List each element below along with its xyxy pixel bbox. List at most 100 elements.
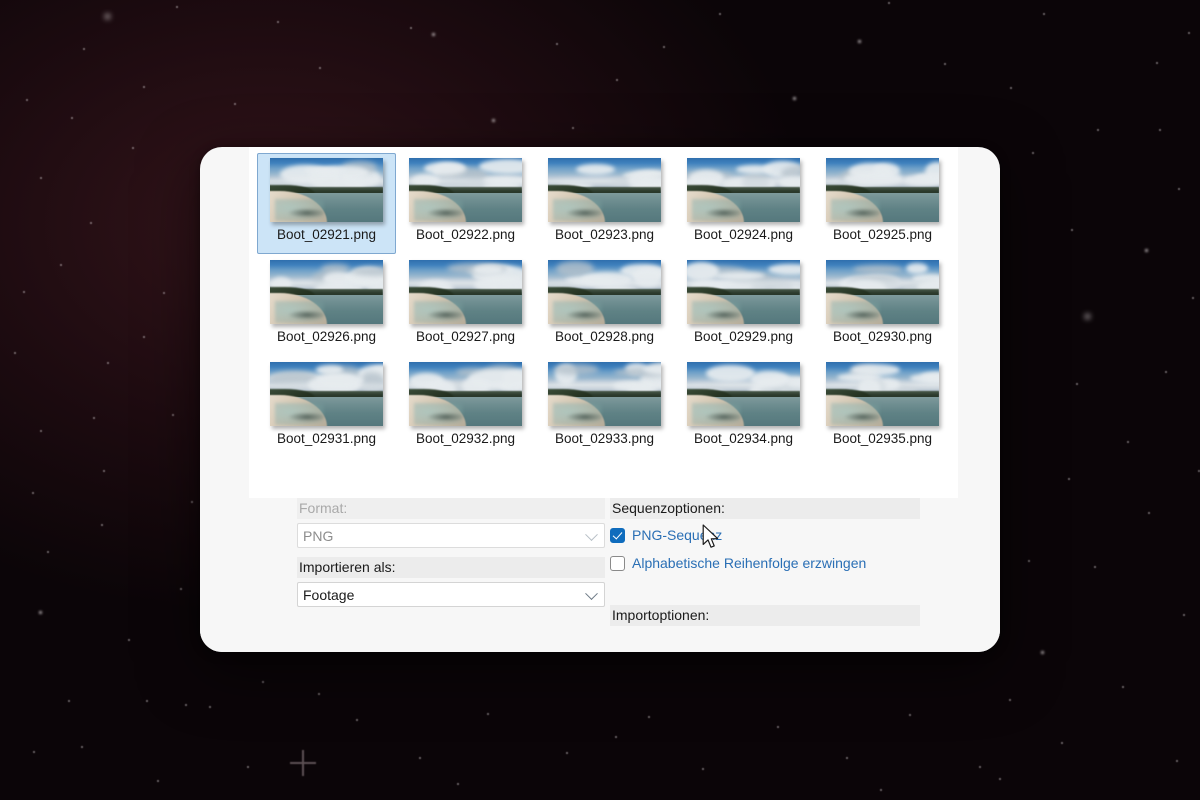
file-item[interactable]: Boot_02921.png <box>257 153 396 254</box>
thumbnail-image <box>826 362 939 426</box>
format-select-value: PNG <box>303 527 334 544</box>
checkbox-png-sequence[interactable] <box>610 527 625 543</box>
thumbnail-image <box>270 158 383 222</box>
file-item[interactable]: Boot_02932.png <box>396 357 535 458</box>
star <box>262 681 264 683</box>
star <box>566 752 568 754</box>
file-item[interactable]: Boot_02925.png <box>813 153 952 254</box>
star <box>71 117 73 119</box>
file-item-label: Boot_02927.png <box>415 329 516 344</box>
file-item[interactable]: Boot_02927.png <box>396 255 535 356</box>
star <box>1183 614 1185 616</box>
star <box>1009 699 1011 701</box>
star <box>143 336 145 338</box>
star <box>1094 566 1096 568</box>
import-dialog: Boot_02921.png Boot_02922.png Boot_02923.p… <box>200 147 1000 652</box>
thumbnail-wrapper <box>270 158 383 222</box>
thumbnail-wrapper <box>687 362 800 426</box>
star <box>888 2 890 4</box>
star <box>247 766 249 768</box>
star <box>1071 229 1073 231</box>
thumbnail-wrapper <box>548 362 661 426</box>
star <box>39 611 42 614</box>
star <box>846 757 848 759</box>
thumbnail-image <box>270 362 383 426</box>
file-item[interactable]: Boot_02934.png <box>674 357 813 458</box>
thumbnail-wrapper <box>409 362 522 426</box>
star <box>1165 371 1167 373</box>
checkbox-row-png-sequence[interactable]: PNG-Sequenz <box>610 523 920 547</box>
star <box>616 79 618 81</box>
star <box>615 736 617 738</box>
star <box>663 46 665 48</box>
star <box>191 501 193 503</box>
thumbnail-wrapper <box>270 362 383 426</box>
star <box>103 470 105 472</box>
star <box>556 43 558 45</box>
star <box>26 99 28 101</box>
star <box>909 714 911 716</box>
star <box>90 222 92 224</box>
file-item[interactable]: Boot_02929.png <box>674 255 813 356</box>
star <box>143 86 145 88</box>
star <box>23 291 25 293</box>
file-item-label: Boot_02930.png <box>832 329 933 344</box>
star <box>105 14 110 19</box>
file-item-label: Boot_02926.png <box>276 329 377 344</box>
star <box>172 414 174 416</box>
star <box>648 716 650 718</box>
star <box>432 33 435 36</box>
star <box>487 713 489 715</box>
star <box>1061 742 1063 744</box>
star <box>419 757 421 759</box>
star <box>277 21 279 23</box>
thumbnail-image <box>687 362 800 426</box>
star <box>1076 383 1078 385</box>
import-as-select[interactable]: Footage <box>297 582 605 607</box>
format-select[interactable]: PNG <box>297 523 605 548</box>
file-item[interactable]: Boot_02926.png <box>257 255 396 356</box>
thumbnail-image <box>548 260 661 324</box>
star <box>1122 686 1124 688</box>
file-item-label: Boot_02929.png <box>693 329 794 344</box>
star <box>457 783 459 785</box>
star <box>14 352 16 354</box>
thumbnail-image <box>687 158 800 222</box>
checkbox-force-alphabetical[interactable] <box>610 555 625 571</box>
star <box>60 264 62 266</box>
thumbnail-image <box>826 260 939 324</box>
star <box>702 768 704 770</box>
file-list-grid[interactable]: Boot_02921.png Boot_02922.png Boot_02923.p… <box>249 147 958 498</box>
star <box>1085 314 1090 319</box>
thumbnail-image <box>548 362 661 426</box>
thumbnail-wrapper <box>687 158 800 222</box>
checkbox-png-sequence-label: PNG-Sequenz <box>632 527 723 543</box>
thumbnail-wrapper <box>548 260 661 324</box>
sequence-options-label: Sequenzoptionen: <box>610 498 920 519</box>
file-item[interactable]: Boot_02933.png <box>535 357 674 458</box>
file-item[interactable]: Boot_02931.png <box>257 357 396 458</box>
star <box>1041 651 1044 654</box>
thumbnail-wrapper <box>548 158 661 222</box>
star <box>356 719 358 721</box>
star <box>572 127 574 129</box>
star <box>180 588 182 590</box>
import-options-label: Importoptionen: <box>610 605 920 626</box>
desktop-background: Boot_02921.png Boot_02922.png Boot_02923.p… <box>0 0 1200 800</box>
star <box>132 147 134 149</box>
star <box>1028 560 1030 562</box>
checkbox-row-force-alphabetical[interactable]: Alphabetische Reihenfolge erzwingen <box>610 551 920 575</box>
file-item[interactable]: Boot_02924.png <box>674 153 813 254</box>
thumbnail-wrapper <box>409 260 522 324</box>
file-item-label: Boot_02924.png <box>693 227 794 242</box>
file-item[interactable]: Boot_02935.png <box>813 357 952 458</box>
file-item[interactable]: Boot_02930.png <box>813 255 952 356</box>
star <box>1145 249 1148 252</box>
star <box>999 778 1001 780</box>
file-item[interactable]: Boot_02928.png <box>535 255 674 356</box>
star <box>410 27 412 29</box>
file-item[interactable]: Boot_02922.png <box>396 153 535 254</box>
file-item[interactable]: Boot_02923.png <box>535 153 674 254</box>
star <box>777 726 779 728</box>
thumbnail-wrapper <box>826 158 939 222</box>
